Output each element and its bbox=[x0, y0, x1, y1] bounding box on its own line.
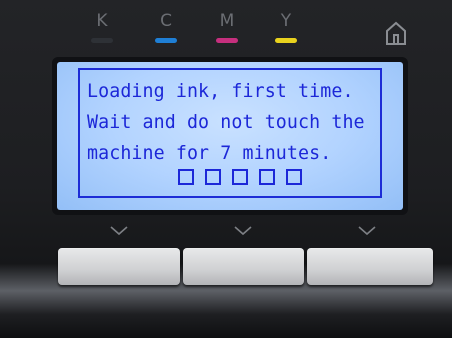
ink-label: M bbox=[219, 11, 235, 31]
chevron-down-icon bbox=[358, 226, 376, 236]
soft-button-left[interactable] bbox=[58, 248, 180, 285]
ink-bar bbox=[216, 38, 238, 43]
chevron-down-icon bbox=[110, 226, 128, 236]
progress-box bbox=[259, 169, 275, 185]
home-icon[interactable] bbox=[383, 20, 409, 46]
progress-box bbox=[286, 169, 302, 185]
soft-button-center[interactable] bbox=[183, 248, 304, 285]
ink-label: K bbox=[96, 11, 108, 31]
ink-level-black: K bbox=[82, 10, 122, 43]
progress-box bbox=[178, 169, 194, 185]
soft-button-right[interactable] bbox=[307, 248, 433, 285]
chevron-down-icon bbox=[234, 226, 252, 236]
lcd-message-line-1: Loading ink, first time. bbox=[87, 81, 354, 102]
progress-box bbox=[205, 169, 221, 185]
ink-bar bbox=[155, 38, 177, 43]
ink-label: C bbox=[160, 11, 172, 31]
lcd-message-line-2: Wait and do not touch the bbox=[87, 112, 365, 133]
lcd-message-line-3: machine for 7 minutes. bbox=[87, 143, 332, 164]
progress-box bbox=[232, 169, 248, 185]
ink-label: Y bbox=[280, 11, 292, 31]
ink-level-magenta: M bbox=[207, 10, 247, 43]
ink-bar bbox=[275, 38, 297, 43]
ink-level-yellow: Y bbox=[266, 10, 306, 43]
ink-bar bbox=[91, 38, 113, 43]
ink-level-cyan: C bbox=[146, 10, 186, 43]
